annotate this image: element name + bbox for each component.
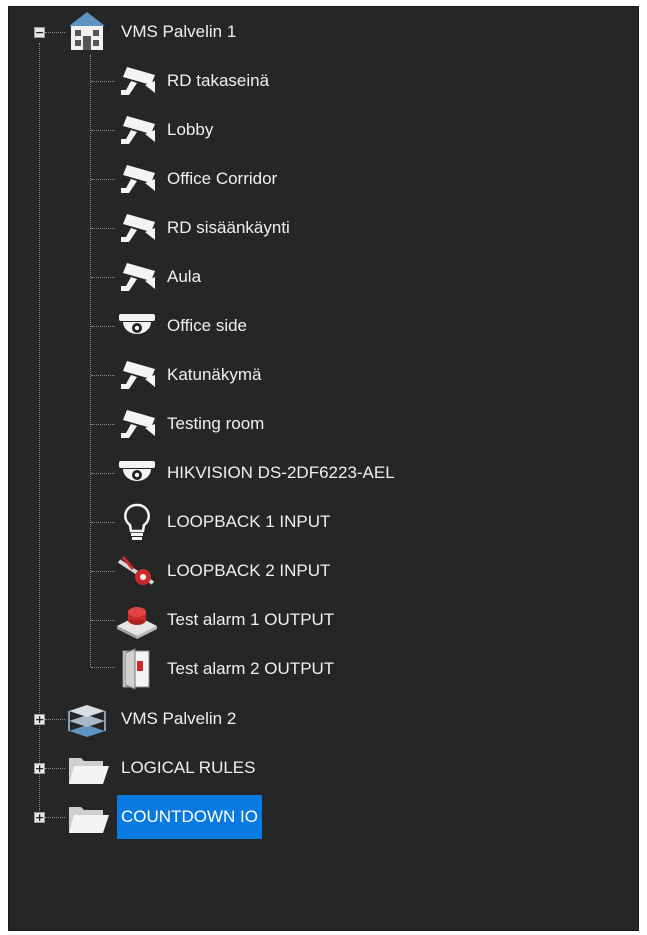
tree-connector <box>45 768 65 769</box>
folder-icon <box>65 795 109 839</box>
tree-node-office-side[interactable]: Office side <box>115 304 251 348</box>
collapse-toggle[interactable]: − <box>34 27 45 38</box>
server-stack-icon <box>65 697 109 741</box>
tree-connector <box>91 81 115 82</box>
dome-camera-icon <box>115 451 159 495</box>
tree-node-label: Office side <box>167 316 248 335</box>
expand-toggle[interactable]: + <box>34 714 45 725</box>
light-bulb-icon <box>115 500 159 544</box>
bullet-camera-icon <box>115 157 159 201</box>
bullet-camera-icon <box>115 59 159 103</box>
folder-icon <box>65 746 109 790</box>
tree-node-aula[interactable]: Aula <box>115 255 205 299</box>
tree-connector <box>91 473 115 474</box>
bullet-camera-icon <box>115 353 159 397</box>
tree-connector <box>91 424 115 425</box>
tree-node-countdown-io[interactable]: COUNTDOWN IO <box>65 795 262 839</box>
expand-toggle[interactable]: + <box>34 812 45 823</box>
tree-connector <box>91 326 115 327</box>
tree-node-testing-room[interactable]: Testing room <box>115 402 268 446</box>
tree-node-rd-takaseina[interactable]: RD takaseinä <box>115 59 273 103</box>
input-plug-icon <box>115 549 159 593</box>
tree-node-label: LOOPBACK 2 INPUT <box>167 561 331 580</box>
tree-node-label: LOGICAL RULES <box>121 758 256 777</box>
alarm-button-icon <box>115 598 159 642</box>
tree-node-label: RD sisäänkäynti <box>167 218 290 237</box>
tree-connector <box>91 130 115 131</box>
tree-node-katunakyma[interactable]: Katunäkymä <box>115 353 266 397</box>
tree-node-logical-rules[interactable]: LOGICAL RULES <box>65 746 259 790</box>
tree-connector <box>39 43 40 817</box>
tree-node-hikvision[interactable]: HIKVISION DS-2DF6223-AEL <box>115 451 399 495</box>
tree-node-label: VMS Palvelin 1 <box>121 22 237 41</box>
device-tree-panel: − VMS Palvelin 1 RD takaseinä Lobby Offi… <box>8 6 639 931</box>
tree-connector <box>45 32 65 33</box>
tree-node-vms-palvelin-1[interactable]: VMS Palvelin 1 <box>65 10 240 54</box>
tree-connector <box>91 571 115 572</box>
tree-node-office-corridor[interactable]: Office Corridor <box>115 157 281 201</box>
tree-node-label: Test alarm 2 OUTPUT <box>167 659 335 678</box>
tree-node-label: RD takaseinä <box>167 71 270 90</box>
bullet-camera-icon <box>115 402 159 446</box>
tree-connector <box>91 375 115 376</box>
tree-node-label: Test alarm 1 OUTPUT <box>167 610 335 629</box>
expand-toggle[interactable]: + <box>34 763 45 774</box>
tree-node-label: HIKVISION DS-2DF6223-AEL <box>167 463 395 482</box>
tree-node-label-selected: COUNTDOWN IO <box>117 795 262 839</box>
tree-node-label: Aula <box>167 267 202 286</box>
tree-node-loopback-1-input[interactable]: LOOPBACK 1 INPUT <box>115 500 334 544</box>
tree-connector <box>90 55 91 667</box>
tree-node-rd-sisaankaynti[interactable]: RD sisäänkäynti <box>115 206 294 250</box>
tree-node-label: VMS Palvelin 2 <box>121 709 237 728</box>
bullet-camera-icon <box>115 206 159 250</box>
tree-connector <box>91 620 115 621</box>
tree-node-label: LOOPBACK 1 INPUT <box>167 512 331 531</box>
tree-connector <box>45 719 65 720</box>
tree-node-test-alarm-2-output[interactable]: Test alarm 2 OUTPUT <box>115 647 338 691</box>
tree-node-label: Lobby <box>167 120 214 139</box>
tree-connector <box>91 228 115 229</box>
tree-node-vms-palvelin-2[interactable]: VMS Palvelin 2 <box>65 697 240 741</box>
bullet-camera-icon <box>115 255 159 299</box>
tree-node-label: Testing room <box>167 414 265 433</box>
tree-node-label: Katunäkymä <box>167 365 262 384</box>
tree-node-test-alarm-1-output[interactable]: Test alarm 1 OUTPUT <box>115 598 338 642</box>
tree-connector <box>45 817 65 818</box>
tree-node-lobby[interactable]: Lobby <box>115 108 217 152</box>
tree-connector <box>91 522 115 523</box>
dome-camera-icon <box>115 304 159 348</box>
door-contact-icon <box>115 647 159 691</box>
server-building-icon <box>65 10 109 54</box>
tree-connector <box>91 277 115 278</box>
tree-connector <box>91 179 115 180</box>
tree-connector <box>91 667 115 668</box>
tree-node-label: Office Corridor <box>167 169 278 188</box>
bullet-camera-icon <box>115 108 159 152</box>
tree-node-loopback-2-input[interactable]: LOOPBACK 2 INPUT <box>115 549 334 593</box>
